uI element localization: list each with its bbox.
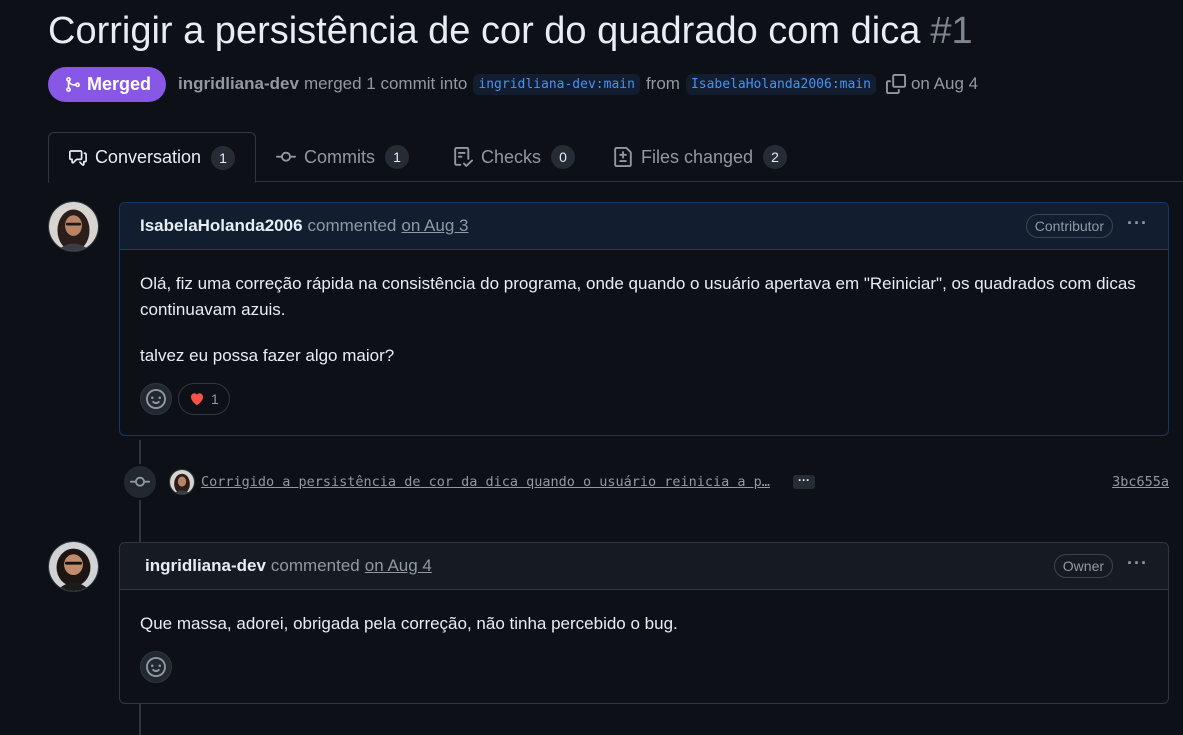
head-branch[interactable]: IsabelaHolanda2006:main: [685, 73, 876, 95]
comment-ingridliana: ingridliana-dev commented on Aug 4 Owner…: [119, 542, 1169, 704]
tab-checks-label: Checks: [481, 146, 542, 167]
commit-sha-link[interactable]: 3bc655a: [1112, 474, 1169, 490]
tab-files-changed-label: Files changed: [641, 146, 754, 167]
comment-body: Olá, fiz uma correção rápida na consistê…: [120, 250, 1168, 383]
tab-checks[interactable]: Checks 0: [433, 132, 595, 182]
pr-title-heading: Corrigir a persistência de cor do quadra…: [48, 10, 973, 53]
checklist-icon: [454, 147, 473, 167]
commit-author-avatar[interactable]: [169, 469, 195, 495]
comment-verb: commented: [270, 556, 360, 575]
comment-date-link[interactable]: on Aug 3: [401, 216, 468, 236]
tab-conversation-label: Conversation: [94, 147, 201, 167]
git-commit-icon: [130, 476, 150, 487]
tab-conversation[interactable]: Conversation 1: [48, 132, 256, 183]
owner-badge: Owner: [1053, 554, 1114, 578]
comment-discussion-icon: [69, 149, 87, 166]
pr-meta: Merged ingridliana-dev merged 1 commit i…: [48, 66, 978, 102]
git-merge-icon: [66, 76, 80, 92]
merge-date: on Aug 4: [910, 74, 979, 93]
tab-commits-count: 1: [385, 145, 409, 169]
tab-commits-label: Commits: [304, 146, 375, 167]
tab-files-changed[interactable]: Files changed 2: [593, 132, 807, 182]
commit-message-link[interactable]: Corrigido a persistência de cor da dica …: [201, 474, 779, 490]
comment-paragraph: talvez eu possa fazer algo maior?: [140, 346, 395, 365]
comment-options-button[interactable]: ···: [1127, 214, 1148, 238]
heart-reaction-count: 1: [211, 391, 219, 407]
reactions-bar: 1: [120, 383, 1168, 435]
comment-author[interactable]: ingridliana-dev: [145, 556, 266, 576]
copy-icon[interactable]: [885, 74, 906, 94]
comment-options-button[interactable]: ···: [1127, 554, 1148, 578]
commit-node: [122, 464, 158, 500]
tab-conversation-count: 1: [211, 145, 235, 170]
expand-commit-button[interactable]: ···: [793, 474, 815, 489]
add-reaction-button[interactable]: [140, 651, 172, 683]
heart-reaction-button[interactable]: 1: [178, 383, 230, 415]
pr-number: #1: [930, 10, 973, 52]
git-commit-icon: [276, 151, 296, 162]
comment-isabela: IsabelaHolanda2006 commented on Aug 3 Co…: [119, 202, 1169, 436]
comment-header: ingridliana-dev commented on Aug 4 Owner…: [120, 543, 1168, 590]
smiley-icon: [146, 657, 166, 677]
merged-label: Merged: [87, 73, 152, 94]
avatar[interactable]: [48, 541, 99, 592]
comment-verb: commented: [307, 216, 397, 235]
pr-title: Corrigir a persistência de cor do quadra…: [48, 10, 921, 52]
reactions-bar: [120, 651, 1168, 703]
comment-paragraph: Olá, fiz uma correção rápida na consistê…: [140, 274, 1136, 319]
comment-author[interactable]: IsabelaHolanda2006: [140, 216, 303, 236]
timeline-commit: Corrigido a persistência de cor da dica …: [122, 463, 1169, 501]
tab-checks-count: 0: [551, 145, 576, 169]
tab-files-changed-count: 2: [763, 145, 788, 169]
base-branch[interactable]: ingridliana-dev:main: [473, 73, 640, 95]
contributor-badge: Contributor: [1025, 214, 1114, 238]
from-text: from: [645, 74, 680, 93]
comment-header: IsabelaHolanda2006 commented on Aug 3 Co…: [120, 203, 1168, 250]
heart-icon: [191, 393, 203, 406]
merged-state-badge: Merged: [48, 66, 167, 102]
add-reaction-button[interactable]: [140, 383, 172, 415]
merged-text: merged 1 commit into: [303, 74, 468, 93]
pr-tabs: Conversation 1 Commits 1 Checks 0 Files …: [48, 132, 1183, 183]
comment-body: Que massa, adorei, obrigada pela correçã…: [120, 590, 1168, 651]
file-diff-icon: [614, 147, 632, 167]
smiley-icon: [146, 389, 166, 409]
merger-username[interactable]: ingridliana-dev: [178, 74, 299, 94]
avatar[interactable]: [48, 201, 99, 252]
comment-date-link[interactable]: on Aug 4: [365, 556, 432, 576]
tab-commits[interactable]: Commits 1: [256, 132, 429, 182]
comment-paragraph: Que massa, adorei, obrigada pela correçã…: [140, 614, 678, 633]
